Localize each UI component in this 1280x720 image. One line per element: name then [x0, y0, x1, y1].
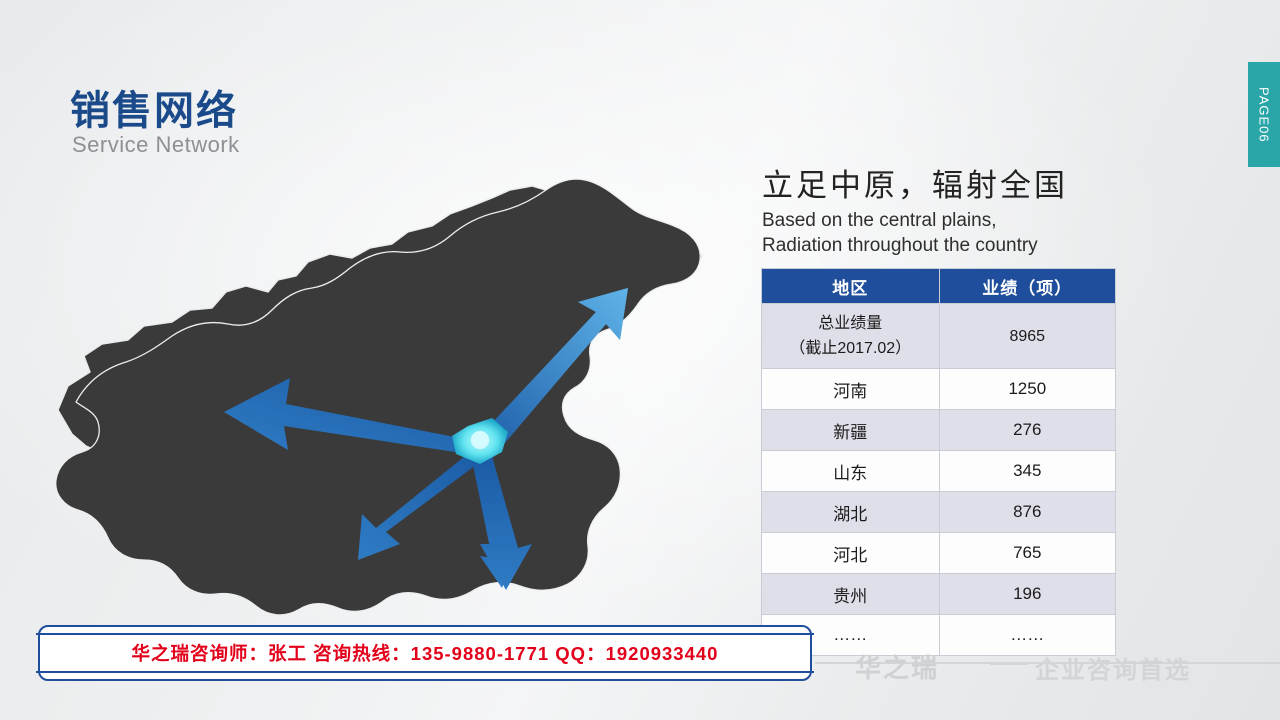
table-cell-value: 196: [938, 573, 1117, 615]
table-row: 河南 1250: [761, 368, 1117, 410]
china-map-svg: [55, 178, 703, 616]
table-row: 贵州 196: [761, 573, 1117, 615]
table-header-row: 地区 业绩（项）: [761, 268, 1117, 304]
page-title: 销售网络: [70, 89, 238, 133]
right-headline-en-line2: Radiation throughout the country: [762, 235, 1038, 256]
table-cell-value: 8965: [938, 303, 1117, 369]
table-cell-value: 1250: [938, 368, 1117, 410]
table-header-value: 业绩（项）: [938, 268, 1117, 304]
table-row: 新疆 276: [761, 409, 1117, 451]
table-cell-value: 276: [938, 409, 1117, 451]
table-cell-value: 345: [938, 450, 1117, 492]
table-cell-region-line1: 总业绩量: [818, 315, 883, 332]
table-row: 湖北 876: [761, 491, 1117, 533]
table-cell-region: 河南: [761, 368, 940, 410]
right-headline-zh: 立足中原，辐射全国: [762, 168, 1068, 203]
table-cell-region: 山东: [761, 450, 940, 492]
right-headline-en: Based on the central plains, Radiation t…: [762, 208, 1038, 258]
performance-table: 地区 业绩（项） 总业绩量 （截止2017.02） 8965 河南 1250 新…: [761, 268, 1117, 656]
table-cell-region: 贵州: [761, 573, 940, 615]
table-cell-region: 新疆: [761, 409, 940, 451]
page-number-tab: PAGE06: [1248, 62, 1280, 167]
contact-text: 华之瑞咨询师：张工 咨询热线：135-9880-1771 QQ：19209334…: [131, 643, 719, 664]
footer-dash: [990, 662, 1028, 665]
china-map: [40, 140, 740, 620]
table-row: 总业绩量 （截止2017.02） 8965: [761, 303, 1117, 369]
page-number-label: PAGE06: [1256, 86, 1272, 143]
table-cell-region: 总业绩量 （截止2017.02）: [761, 303, 940, 369]
map-hub-center: [471, 431, 489, 449]
table-cell-value: 876: [938, 491, 1117, 533]
contact-banner: 华之瑞咨询师：张工 咨询热线：135-9880-1771 QQ：19209334…: [36, 625, 814, 681]
footer-logo: 华之瑞: [855, 653, 940, 683]
table-cell-region: 湖北: [761, 491, 940, 533]
right-headline-en-line1: Based on the central plains,: [762, 210, 997, 231]
footer-slogan: 企业咨询首选: [1035, 657, 1191, 684]
table-row: 山东 345: [761, 450, 1117, 492]
table-row: 河北 765: [761, 532, 1117, 574]
table-cell-region-line2: （截止2017.02）: [789, 340, 912, 357]
table-cell-region: 河北: [761, 532, 940, 574]
table-cell-value: 765: [938, 532, 1117, 574]
table-header-region: 地区: [761, 268, 940, 304]
